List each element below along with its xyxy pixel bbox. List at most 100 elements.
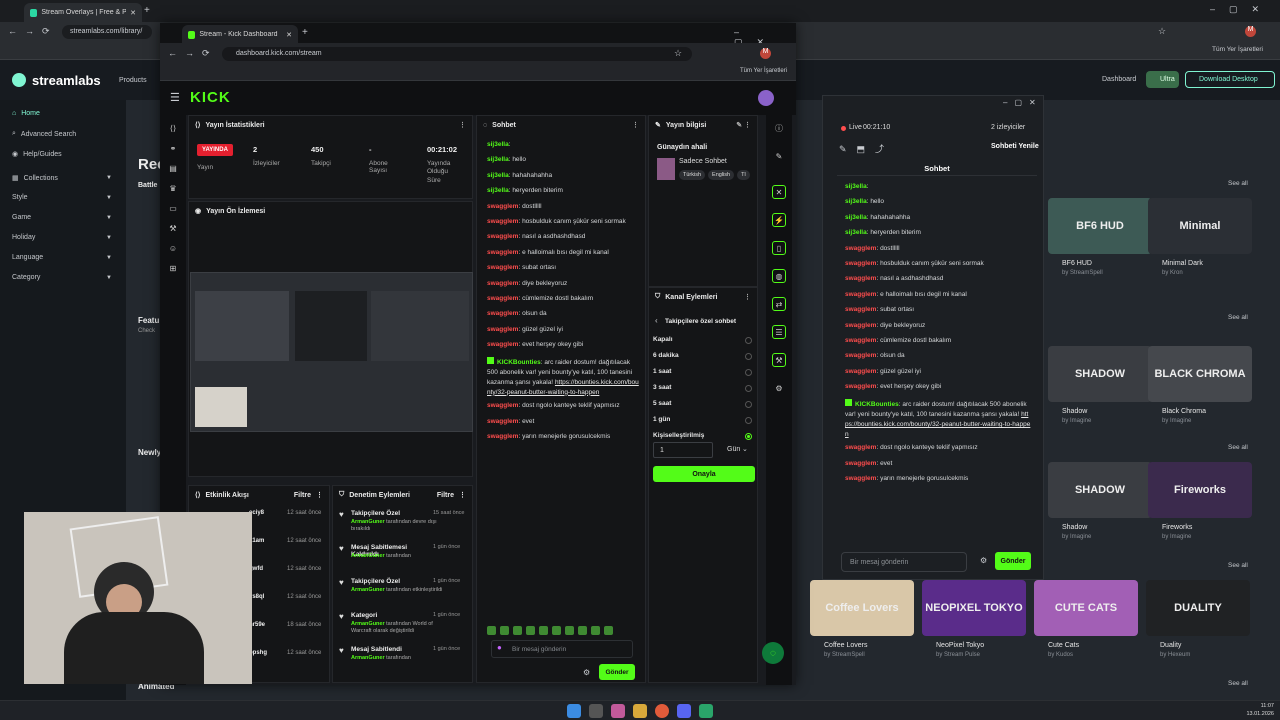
chat-username[interactable]: swagglem: [845, 275, 876, 282]
chat-username[interactable]: swagglem: [845, 460, 876, 467]
user-avatar[interactable]: [758, 90, 774, 106]
chat-username[interactable]: swagglem: [845, 291, 876, 298]
outer-tab[interactable]: Stream Overlays | Free & Premi ✕: [24, 3, 142, 22]
moderation-actor[interactable]: ArmanGuner: [351, 587, 385, 593]
chat-username[interactable]: swagglem: [487, 341, 518, 348]
tools-icon[interactable]: ⊞: [166, 261, 180, 275]
radio-button[interactable]: [745, 433, 752, 440]
emote-icon[interactable]: [539, 626, 548, 635]
calendar-icon[interactable]: ▤: [166, 161, 180, 175]
chat-username[interactable]: swagglem: [487, 418, 518, 425]
emote-icon[interactable]: [487, 626, 496, 635]
chat-username[interactable]: swagglem: [487, 203, 518, 210]
bot-username[interactable]: KICKBounties: [497, 359, 541, 366]
kick-logo[interactable]: KICK: [190, 89, 231, 106]
activity-filter-button[interactable]: Filtre: [294, 492, 311, 499]
overlay-thumbnail[interactable]: SHADOW: [1048, 346, 1152, 402]
sidebar-item-category[interactable]: Category ▼: [12, 274, 112, 281]
emote-icon[interactable]: [591, 626, 600, 635]
duration-option[interactable]: 5 saat: [653, 400, 671, 407]
duration-option[interactable]: 1 gün: [653, 416, 670, 423]
moderation-actor[interactable]: ArmanGuner: [351, 655, 385, 661]
stream-tag[interactable]: Türkish: [679, 170, 706, 180]
overlay-thumbnail[interactable]: BLACK CHROMA: [1148, 346, 1252, 402]
more-icon[interactable]: ⋮: [459, 121, 466, 129]
chat-username[interactable]: sij3ella: [845, 198, 867, 205]
radio-button[interactable]: [745, 369, 752, 376]
list-icon[interactable]: ☰: [772, 325, 786, 339]
preview-video[interactable]: [190, 272, 473, 432]
emote-icon[interactable]: [513, 626, 522, 635]
popout-message-input[interactable]: Bir mesaj gönderin: [841, 552, 967, 572]
info-icon[interactable]: ⓘ: [772, 121, 786, 135]
emote-icon[interactable]: [552, 626, 561, 635]
users-icon[interactable]: ☺: [166, 241, 180, 255]
start-icon[interactable]: [567, 704, 581, 718]
bookmarks-folder[interactable]: Tüm Yer İşaretleri: [1212, 46, 1263, 53]
chat-username[interactable]: swagglem: [487, 249, 518, 256]
trophy-icon[interactable]: ♛: [166, 181, 180, 195]
back-arrow-icon[interactable]: ‹: [655, 316, 658, 325]
overlay-name[interactable]: Coffee Lovers: [824, 642, 867, 649]
chat-bubble-icon[interactable]: ◍: [772, 269, 786, 283]
duration-option[interactable]: 6 dakika: [653, 352, 679, 359]
moderation-actor[interactable]: ArmanGuner: [351, 553, 385, 559]
overlay-name[interactable]: NeoPixel Tokyo: [936, 642, 984, 649]
overlay-thumbnail[interactable]: CUTE CATS: [1034, 580, 1138, 636]
more-icon[interactable]: ⋮: [744, 293, 751, 301]
link-icon[interactable]: ⚭: [166, 141, 180, 155]
stream-icon[interactable]: ⟨⟩: [166, 121, 180, 135]
refresh-chat-button[interactable]: Sohbeti Yenile: [991, 143, 1039, 150]
folder-icon[interactable]: [633, 704, 647, 718]
sidebar-item-game[interactable]: Game ▼: [12, 214, 112, 221]
dashboard-link[interactable]: Dashboard: [1102, 76, 1136, 83]
monitor-icon[interactable]: ▭: [166, 201, 180, 215]
more-icon[interactable]: ⋮: [316, 491, 323, 499]
chat-username[interactable]: swagglem: [487, 264, 518, 271]
confirm-button[interactable]: Onayla: [653, 466, 755, 482]
bookmarks-folder[interactable]: Tüm Yer İşaretleri: [740, 68, 787, 74]
chat-username[interactable]: swagglem: [487, 218, 518, 225]
bot-username[interactable]: KICKBounties: [855, 401, 899, 408]
new-tab-icon[interactable]: +: [144, 5, 150, 16]
overlay-thumbnail[interactable]: NEOPIXEL TOKYO: [922, 580, 1026, 636]
window-controls[interactable]: –▢✕: [1210, 4, 1273, 15]
new-tab-icon[interactable]: +: [302, 27, 308, 38]
sidebar-item-style[interactable]: Style ▼: [12, 194, 112, 201]
chat-username[interactable]: swagglem: [487, 326, 518, 333]
chat-username[interactable]: sij3ella: [487, 172, 509, 179]
stream-tag[interactable]: English: [708, 170, 735, 180]
chat-username[interactable]: sij3ella: [487, 156, 509, 163]
popout-send-button[interactable]: Gönder: [995, 552, 1031, 570]
moderation-actor[interactable]: ArmanGuner: [351, 621, 385, 627]
chat-username[interactable]: swagglem: [845, 337, 876, 344]
popout-window-controls[interactable]: –▢✕: [1003, 98, 1043, 107]
radio-button[interactable]: [745, 417, 752, 424]
profile-avatar[interactable]: M: [1245, 26, 1256, 37]
overlay-name[interactable]: Minimal Dark: [1162, 260, 1203, 267]
chat-username[interactable]: sij3ella: [487, 187, 509, 194]
sidebar-item-advanced-search[interactable]: ⌕ Advanced Search: [12, 130, 112, 138]
chat-username[interactable]: swagglem: [487, 233, 518, 240]
chat-username[interactable]: swagglem: [845, 306, 876, 313]
close-icon[interactable]: ✕: [130, 9, 136, 17]
duration-unit-select[interactable]: Gün: [727, 446, 740, 453]
see-all-link[interactable]: See all: [1228, 314, 1248, 321]
radio-button[interactable]: [745, 385, 752, 392]
chat-username[interactable]: swagglem: [845, 352, 876, 359]
overlay-name[interactable]: Fireworks: [1162, 524, 1192, 531]
more-icon[interactable]: ⋮: [632, 121, 639, 129]
settings-icon[interactable]: ⚙: [772, 381, 786, 395]
close-icon[interactable]: ✕: [286, 31, 292, 39]
sidebar-item-collections[interactable]: ▦ Collections ▼: [12, 174, 112, 183]
overlay-name[interactable]: BF6 HUD: [1062, 260, 1092, 267]
overlay-thumbnail[interactable]: SHADOW: [1048, 462, 1152, 518]
download-desktop-button[interactable]: Download Desktop: [1185, 71, 1275, 88]
emote-icon[interactable]: [604, 626, 613, 635]
copilot-icon[interactable]: [611, 704, 625, 718]
see-all-link[interactable]: See all: [1228, 562, 1248, 569]
overlay-name[interactable]: Black Chroma: [1162, 408, 1206, 415]
nav-arrows-icon[interactable]: ←→⟳: [168, 48, 218, 59]
duration-option[interactable]: 1 saat: [653, 368, 671, 375]
chat-username[interactable]: swagglem: [845, 383, 876, 390]
